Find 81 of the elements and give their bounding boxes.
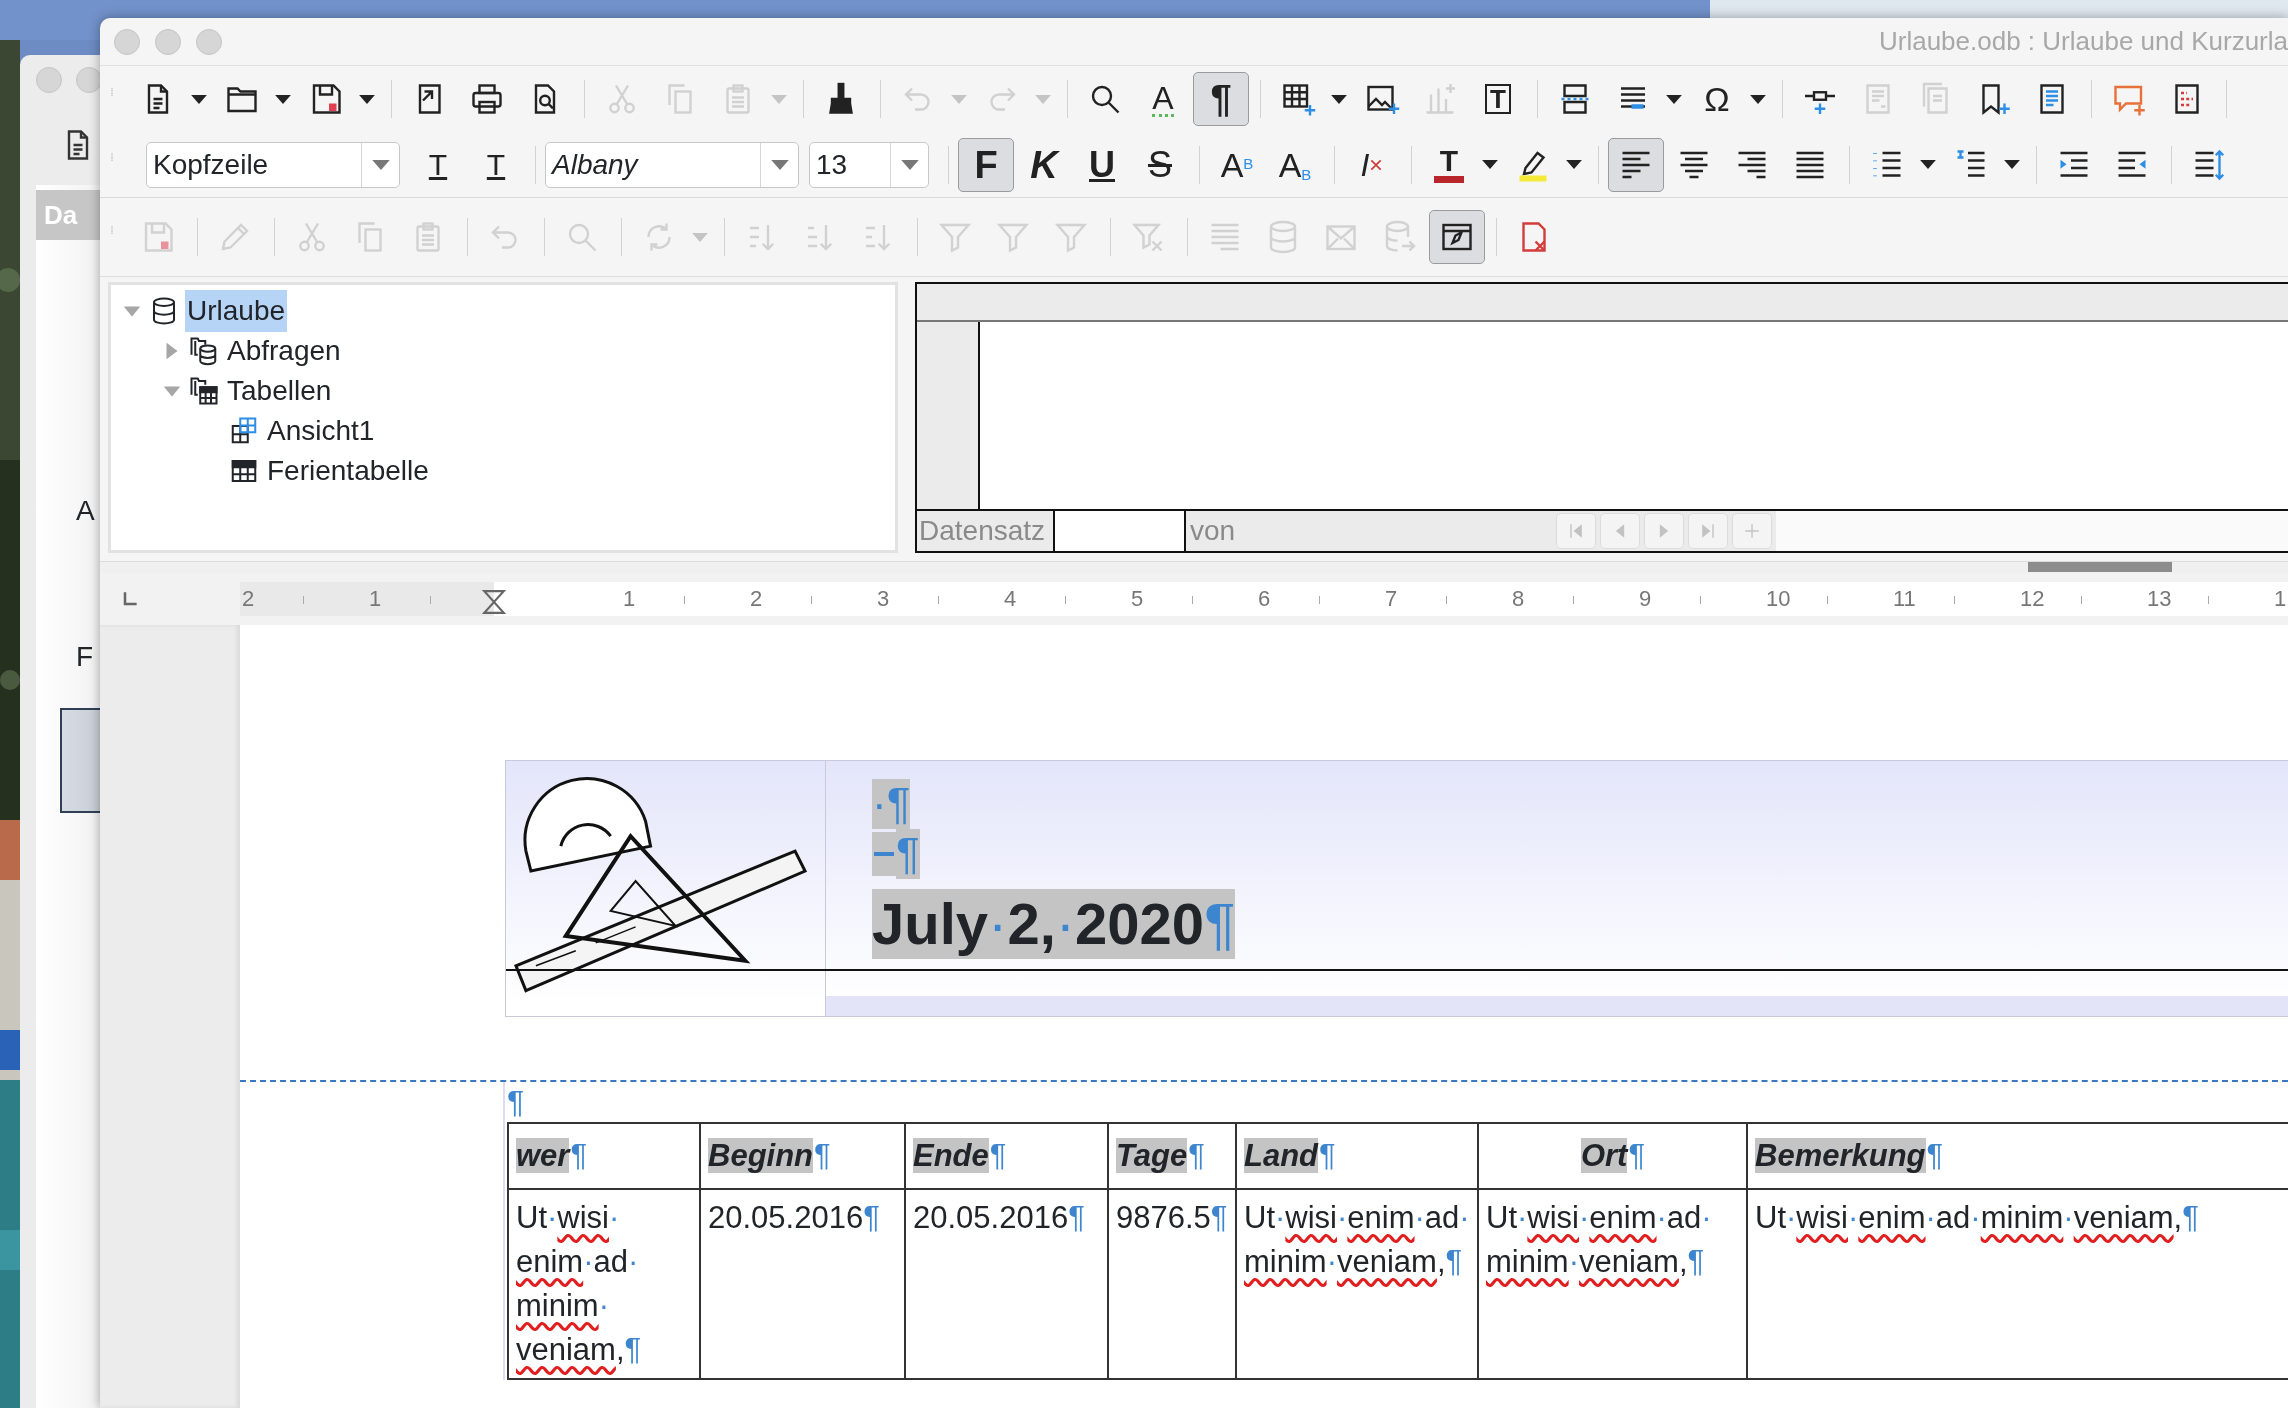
new-style-button[interactable]: T [468, 137, 524, 192]
tree-item[interactable]: Urlaube [185, 290, 288, 332]
strikethrough-button[interactable]: S [1132, 137, 1188, 192]
table-cell: 20.05.2016¶ [708, 1200, 880, 1235]
superscript-button[interactable]: A$^{B}$ [1209, 137, 1265, 192]
printer-icon [469, 81, 505, 117]
caret-icon [191, 94, 207, 104]
column-header: wer¶ [516, 1137, 587, 1175]
form-label: F [76, 640, 94, 674]
tree-item[interactable]: Ferientabelle [265, 450, 431, 492]
column-header: Tage¶ [1116, 1137, 1204, 1175]
underline-button[interactable]: U [1074, 137, 1130, 192]
table-folder-icon [189, 376, 219, 406]
caret-icon [1482, 160, 1498, 169]
caret-icon [359, 94, 375, 104]
column-header: Ende¶ [913, 1137, 1006, 1175]
caret-icon [692, 232, 708, 242]
caret-icon [1750, 94, 1766, 104]
clear-formatting-button[interactable]: I [1344, 137, 1400, 192]
table-cell: 20.05.2016¶ [913, 1200, 1085, 1235]
table-cell: Ut·wisi·enim·ad· minim·veniam,¶ [1244, 1200, 1470, 1279]
toolbar-grip-icon[interactable] [108, 225, 116, 234]
tree-item[interactable]: Ansicht1 [265, 410, 377, 452]
font-name-dropdown[interactable]: Albany [545, 141, 799, 188]
formatting-marks-button[interactable]: ¶ [1193, 72, 1249, 126]
explorer-button[interactable] [1429, 210, 1485, 264]
caret-icon [1566, 160, 1582, 169]
table-cell: 9876.5¶ [1116, 1200, 1228, 1235]
caret-icon [951, 94, 967, 104]
close-button[interactable] [114, 28, 140, 55]
ruler-number: 2 [240, 582, 367, 616]
scrollbar-thumb[interactable] [2028, 562, 2172, 572]
subscript-button[interactable]: A$_{B}$ [1267, 137, 1323, 192]
window-control-button[interactable] [36, 67, 62, 93]
align-left-button[interactable] [1608, 137, 1664, 192]
paragraph-mark: ¶ [507, 1083, 525, 1122]
caret-icon [900, 159, 919, 170]
tree-item[interactable]: Abfragen [225, 330, 343, 372]
plus-icon [1742, 521, 1762, 541]
column-header: Bemerkung¶ [1755, 1137, 1943, 1175]
ruler-number: 1 [367, 582, 494, 616]
caret-icon [275, 94, 291, 104]
caret-icon [2004, 160, 2020, 169]
delete-mark-icon [1369, 157, 1384, 172]
caret-icon [371, 159, 390, 170]
caret-icon [770, 159, 789, 170]
table-cell: Ut·wisi·enim·ad·minim·veniam,¶ [1755, 1200, 2199, 1235]
view-icon [229, 416, 259, 446]
caret-icon [1920, 160, 1936, 169]
record-label: Datensatz [917, 511, 1055, 551]
window-control-button[interactable] [76, 67, 100, 93]
bold-button[interactable]: F [958, 137, 1014, 192]
table-icon [1280, 81, 1316, 117]
spelling-button[interactable]: A [1135, 72, 1191, 126]
caret-icon [1035, 94, 1051, 104]
column-header: Land¶ [1244, 1137, 1335, 1175]
form-label: A [76, 494, 95, 528]
zoom-button[interactable] [196, 28, 222, 55]
toolbar-grip-icon[interactable] [108, 153, 116, 162]
text-box-button[interactable]: T [1470, 72, 1526, 126]
caret-icon [771, 94, 787, 104]
font-color-button[interactable]: T [1421, 137, 1477, 192]
header-date: July·2,·2020¶ [872, 889, 1236, 959]
toolbar-grip-icon[interactable] [108, 87, 116, 96]
font-size-dropdown[interactable]: 13 [809, 141, 929, 188]
special-character-button[interactable]: Ω [1689, 72, 1745, 126]
caret-icon [1331, 94, 1347, 104]
minimize-button[interactable] [155, 28, 181, 55]
tree-item[interactable]: Tabellen [225, 370, 334, 412]
italic-button[interactable]: K [1016, 137, 1072, 192]
caret-icon [1666, 94, 1682, 104]
table-cell: Ut·wisi· enim·ad· minim· veniam,¶ [516, 1200, 642, 1367]
column-header: Beginn¶ [708, 1137, 830, 1175]
indent-marker-icon[interactable] [481, 588, 507, 615]
window-title: Urlaube.odb : Urlaube und Kurzurla [1878, 25, 2288, 58]
update-style-button[interactable]: T [410, 137, 466, 192]
table-cell: Ut·wisi·enim·ad· minim·veniam,¶ [1486, 1200, 1712, 1279]
query-folder-icon [189, 336, 219, 366]
column-header: Ort¶ [1580, 1137, 1645, 1175]
of-label: von [1190, 514, 1237, 548]
paragraph-style-dropdown[interactable]: Kopfzeile [146, 141, 400, 188]
